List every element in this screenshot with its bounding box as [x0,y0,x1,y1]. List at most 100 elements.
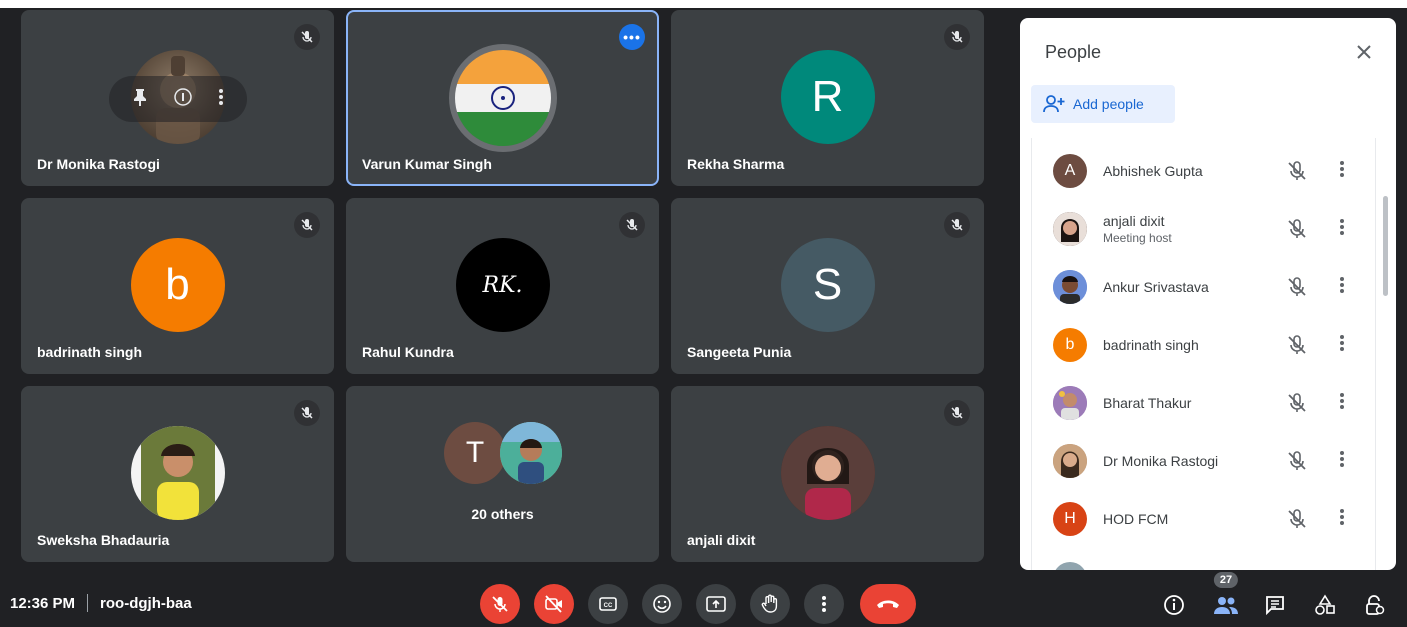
camera-off-icon [545,595,562,613]
divider [87,594,89,612]
info-icon [1164,595,1184,615]
participant-name: anjali dixit [687,532,756,548]
participant-name: Dr Monika Rastogi [1103,453,1219,469]
more-vert-icon[interactable] [1339,391,1345,416]
participant-avatar-logo: RK. [455,238,550,332]
mic-off-icon[interactable] [1286,334,1308,361]
svg-text:CC: CC [604,603,613,609]
captions-button[interactable]: CC [588,584,628,624]
participant-tile[interactable]: RK. Rahul Kundra [346,198,659,374]
chat-icon [1266,596,1284,616]
close-icon[interactable] [1350,38,1378,66]
more-vert-icon[interactable] [1339,449,1345,474]
others-avatar-photo [500,422,562,484]
participant-name: Ankur Srivastava [1103,279,1209,295]
people-panel: People Add people A Abhishek Gupta anjal… [1020,18,1396,570]
participant-name: Bharat Thakur [1103,395,1192,411]
more-vert-icon[interactable] [1339,217,1345,242]
participant-avatar: S [780,238,875,332]
participant-name: anjali dixit [1103,213,1165,229]
participant-avatar: b [130,238,225,332]
add-people-button[interactable]: Add people [1031,85,1175,123]
panel-scrollbar[interactable] [1383,196,1388,296]
participant-name: Abhishek Gupta [1103,163,1203,179]
participant-photo [1053,270,1087,304]
participant-avatar: H [1053,502,1087,536]
present-button[interactable] [696,584,736,624]
more-vert-icon[interactable] [1339,507,1345,532]
mic-toggle-button[interactable] [480,584,520,624]
people-count-badge: 27 [1213,572,1239,588]
participant-photo [130,426,225,520]
mic-off-icon [294,24,320,50]
more-vert-icon[interactable] [1339,159,1345,184]
people-icon [1214,597,1238,614]
mic-off-icon[interactable] [1286,392,1308,419]
host-controls-button[interactable] [1360,590,1390,620]
mic-off-icon [492,596,508,612]
mic-off-icon[interactable] [1286,450,1308,477]
bottom-toolbar: 12:36 PM roo-dgjh-baa CC 27 [0,566,1407,627]
participant-name: Rekha Sharma [687,156,785,172]
participant-name: Rahul Kundra [362,344,454,360]
participant-role: Meeting host [1103,231,1172,245]
pin-icon[interactable] [132,88,148,111]
mic-off-icon[interactable] [1286,276,1308,303]
participant-name: Dr Monika Rastogi [37,156,160,172]
reactions-button[interactable] [642,584,682,624]
others-avatar-initial: T [444,422,506,484]
raise-hand-button[interactable] [750,584,790,624]
participant-name: badrinath singh [37,344,142,360]
list-item[interactable]: A Abhishek Gupta [1032,142,1377,200]
raise-hand-icon [761,594,778,613]
mute-participant-icon[interactable] [174,87,192,111]
participant-tile[interactable]: b badrinath singh [21,198,334,374]
participant-tile[interactable]: Dr Monika Rastogi [21,10,334,186]
mic-off-icon[interactable] [1286,508,1308,535]
panel-title: People [1045,42,1102,62]
list-item[interactable]: b badrinath singh [1032,316,1377,374]
leave-call-button[interactable] [860,584,916,624]
more-vert-icon [822,596,826,612]
hangup-icon [877,600,899,608]
list-item[interactable]: H HOD FCM [1032,490,1377,548]
meeting-code: roo-dgjh-baa [100,594,192,612]
participant-photo [1053,386,1087,420]
participant-avatar: b [1053,328,1087,362]
participant-tile[interactable]: R Rekha Sharma [671,10,984,186]
more-options-button[interactable] [804,584,844,624]
participant-avatar: R [780,50,875,144]
meeting-time: 12:36 PM [10,594,76,612]
mic-off-icon[interactable] [1286,218,1308,245]
emoji-icon [653,595,671,613]
participant-tile-active[interactable]: ••• Varun Kumar Singh [346,10,659,186]
participant-tile[interactable]: Sweksha Bhadauria [21,386,334,562]
more-vert-icon[interactable] [218,88,224,111]
more-vert-icon[interactable] [1339,333,1345,358]
mic-off-icon [944,400,970,426]
activities-button[interactable] [1310,590,1340,620]
more-vert-icon[interactable] [1339,275,1345,300]
mic-off-icon [294,212,320,238]
list-item[interactable]: Ankur Srivastava [1032,258,1377,316]
participant-name: Sweksha Bhadauria [37,532,170,548]
host-controls-icon [1366,595,1385,615]
participant-tile[interactable]: S Sangeeta Punia [671,198,984,374]
list-item[interactable]: anjali dixit Meeting host [1032,200,1377,258]
participant-list: A Abhishek Gupta anjali dixit Meeting ho… [1031,138,1376,570]
meeting-details-button[interactable] [1159,590,1189,620]
list-item[interactable]: Bharat Thakur [1032,374,1377,432]
participant-tile[interactable]: anjali dixit [671,386,984,562]
others-tile[interactable]: T 20 others [346,386,659,562]
chat-button[interactable] [1260,590,1290,620]
captions-icon: CC [599,597,617,611]
people-button[interactable]: 27 [1211,572,1241,620]
add-person-icon [1043,95,1065,113]
camera-toggle-button[interactable] [534,584,574,624]
others-count: 20 others [471,506,534,522]
present-icon [706,596,726,612]
tile-options-button[interactable]: ••• [619,24,645,50]
participant-photo [1053,444,1087,478]
mic-off-icon[interactable] [1286,160,1308,187]
list-item[interactable]: Dr Monika Rastogi [1032,432,1377,490]
